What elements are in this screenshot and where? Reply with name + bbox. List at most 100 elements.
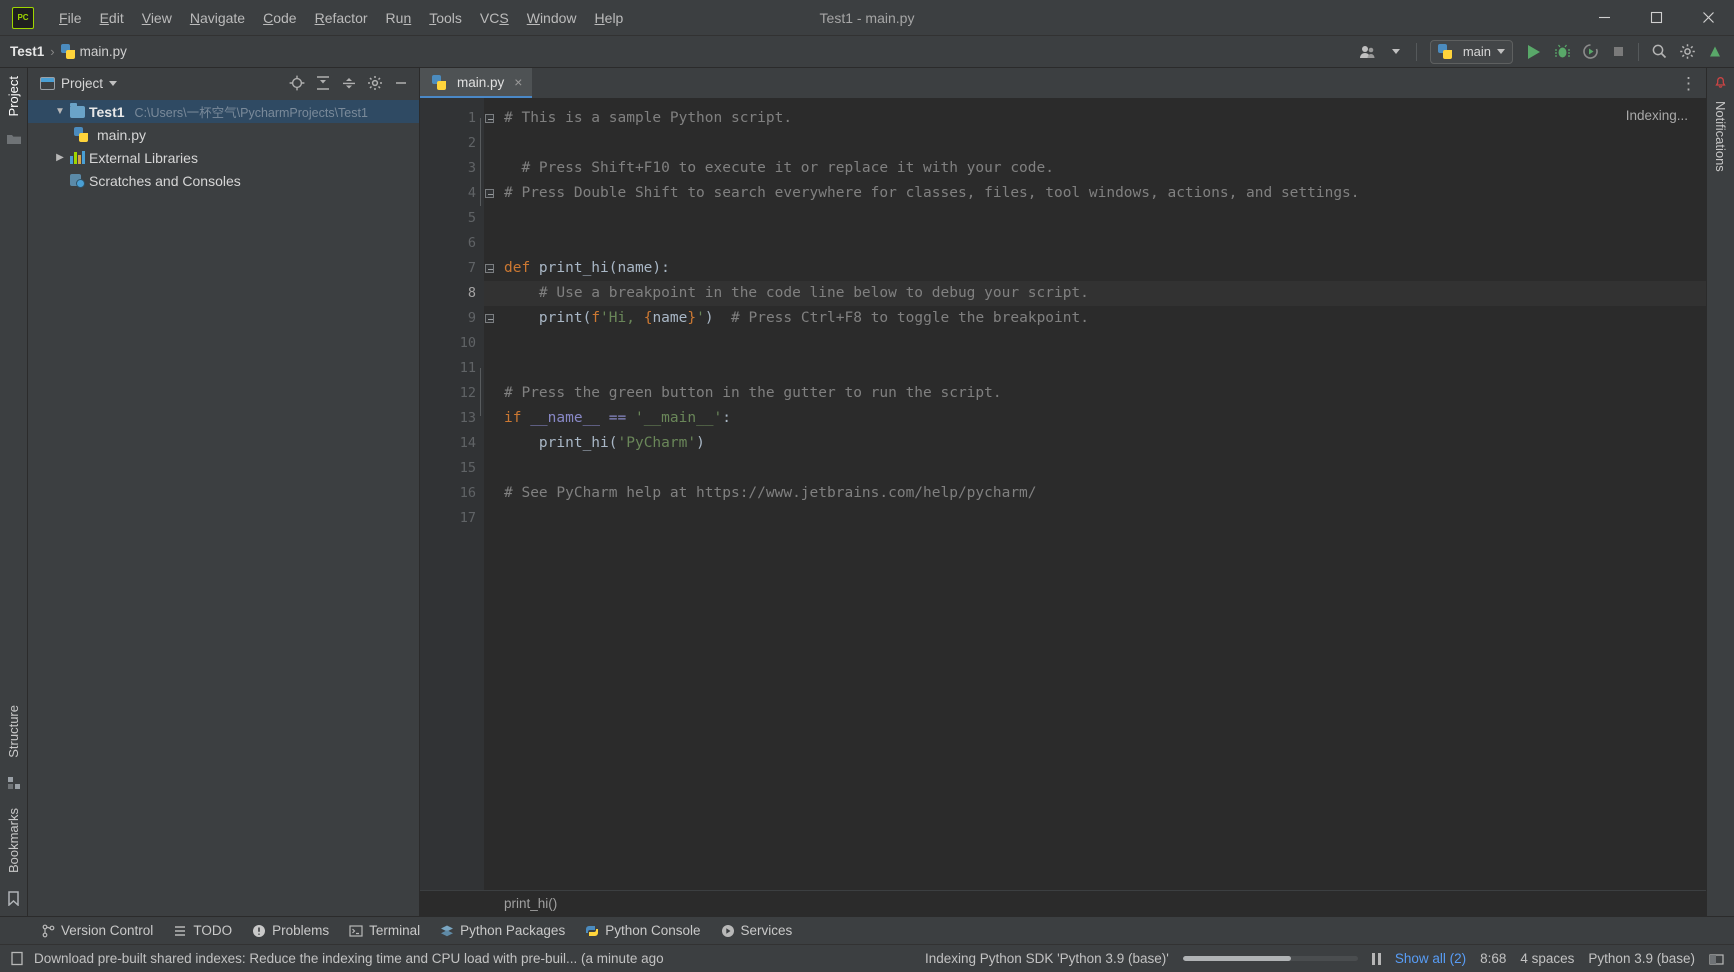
locate-icon[interactable] [285,72,309,94]
menu-edit[interactable]: Edit [91,6,133,30]
menu-vcs[interactable]: VCS [471,6,518,30]
stop-button[interactable] [1605,40,1631,64]
editor-tab-main-py[interactable]: main.py × [420,68,533,98]
event-log-icon[interactable] [1709,952,1724,966]
run-button[interactable] [1521,40,1547,64]
code-line[interactable]: # Use a breakpoint in the code line belo… [484,281,1706,306]
bookmarks-rail-icon [7,891,20,906]
updates-icon[interactable] [1702,40,1728,64]
editor-gutter[interactable]: 1 2 3 4 5 6 7 8 9 10 11 12 13 14 15 16 17 [420,98,494,890]
code-line[interactable]: # This is a sample Python script. [484,106,1706,131]
code-token: # This is a sample Python script. [504,110,793,126]
collapse-all-icon[interactable] [337,72,361,94]
code-line[interactable] [484,231,1706,256]
run-with-coverage-button[interactable] [1577,40,1603,64]
tree-item-scratches[interactable]: Scratches and Consoles [28,169,419,192]
rail-tab-structure[interactable]: Structure [6,697,21,766]
code-line[interactable]: if __name__ == '__main__': [484,406,1706,431]
menu-window[interactable]: Window [518,6,586,30]
chevron-down-icon[interactable] [109,80,118,86]
breadcrumb-project[interactable]: Test1 [6,42,48,61]
menu-tools[interactable]: Tools [420,6,471,30]
tool-services[interactable]: Services [712,920,802,941]
rail-tab-project[interactable]: Project [6,68,21,124]
search-icon[interactable] [1646,40,1672,64]
left-rail-bottom: Structure Bookmarks [6,697,21,916]
editor-options-icon[interactable]: ⋮ [1680,75,1698,92]
menu-navigate[interactable]: Navigate [181,6,254,30]
show-all-link[interactable]: Show all (2) [1395,951,1466,966]
chevron-down-icon[interactable]: ▼ [54,106,66,117]
breadcrumb-file[interactable]: main.py [57,42,131,61]
menu-code[interactable]: Code [254,6,305,30]
menu-refactor[interactable]: Refactor [306,6,377,30]
ide-message-icon[interactable] [10,951,24,966]
menu-help[interactable]: Help [586,6,633,30]
editor-tab-bar: main.py × ⋮ [420,68,1706,98]
code-line[interactable] [484,456,1706,481]
close-button[interactable] [1682,0,1734,35]
tool-terminal[interactable]: Terminal [340,920,429,941]
tree-item-external-libraries[interactable]: ▶ External Libraries [28,146,419,169]
code-editor[interactable]: 1 2 3 4 5 6 7 8 9 10 11 12 13 14 15 16 17 # This is a sa… [420,98,1706,890]
debug-button[interactable] [1549,40,1575,64]
minimize-button[interactable] [1578,0,1630,35]
code-line[interactable]: # Press Shift+F10 to execute it or repla… [484,156,1706,181]
menu-view[interactable]: View [133,6,181,30]
tree-item-main-py[interactable]: main.py [28,123,419,146]
avatar-dropdown-icon[interactable] [1383,40,1409,64]
tool-problems[interactable]: Problems [243,920,338,941]
gutter-line-number: 4 [420,181,494,206]
menu-file[interactable]: File [50,6,91,30]
navbar-actions: main [1355,39,1728,64]
code-lines[interactable]: # This is a sample Python script. # Pres… [484,98,1706,890]
scratches-icon [70,173,85,188]
tool-version-control[interactable]: Version Control [32,920,162,941]
editor-breadcrumb: print_hi() [420,890,1706,916]
code-line[interactable]: # Press Double Shift to search everywher… [484,181,1706,206]
pause-button[interactable] [1371,952,1381,965]
code-line[interactable] [484,506,1706,531]
code-line[interactable]: print(f'Hi, {name}') # Press Ctrl+F8 to … [484,306,1706,331]
settings-icon[interactable] [363,72,387,94]
menu-run[interactable]: Run [377,6,421,30]
close-icon[interactable]: × [514,74,522,90]
expand-all-icon[interactable] [311,72,335,94]
python-file-icon [74,127,88,142]
rail-bookmarks-label: Bookmarks [6,807,21,873]
code-line[interactable] [484,331,1706,356]
code-line[interactable] [484,356,1706,381]
code-token: ' [696,310,705,326]
code-line[interactable]: def print_hi(name): [484,256,1706,281]
interpreter-selector[interactable]: Python 3.9 (base) [1588,951,1695,966]
tree-item-project-root[interactable]: ▼ Test1 C:\Users\一杯空气\PycharmProjects\Te… [28,100,419,123]
caret-position[interactable]: 8:68 [1480,951,1506,966]
chevron-right-icon[interactable]: ▶ [54,152,66,163]
code-line[interactable] [484,131,1706,156]
settings-icon[interactable] [1674,40,1700,64]
code-line[interactable] [484,206,1706,231]
tool-python-console[interactable]: Python Console [576,920,709,941]
indent-setting[interactable]: 4 spaces [1520,951,1574,966]
hide-panel-icon[interactable] [389,72,413,94]
code-line[interactable]: # See PyCharm help at https://www.jetbra… [484,481,1706,506]
left-tool-rail: Project Structure Bookmarks [0,68,28,916]
user-avatar-icon[interactable] [1355,40,1381,64]
terminal-icon [349,924,363,937]
tool-todo[interactable]: TODO [164,920,241,941]
rail-tab-notifications[interactable]: Notifications [1713,95,1728,178]
run-configuration-selector[interactable]: main [1429,39,1513,64]
tree-item-label: main.py [97,126,147,143]
gutter-line-number: 9 [420,306,494,331]
gutter-line-number: 13 [459,410,476,426]
code-line[interactable]: print_hi('PyCharm') [484,431,1706,456]
status-message[interactable]: Download pre-built shared indexes: Reduc… [34,951,664,966]
code-line[interactable]: # Press the green button in the gutter t… [484,381,1706,406]
gutter-line-number: 11 [459,360,476,376]
code-token: def [504,260,539,276]
rail-tab-bookmarks[interactable]: Bookmarks [6,800,21,881]
maximize-button[interactable] [1630,0,1682,35]
code-token: print_hi(name): [538,260,670,276]
notifications-bell-icon[interactable] [1713,74,1728,89]
tool-python-packages[interactable]: Python Packages [431,920,574,941]
